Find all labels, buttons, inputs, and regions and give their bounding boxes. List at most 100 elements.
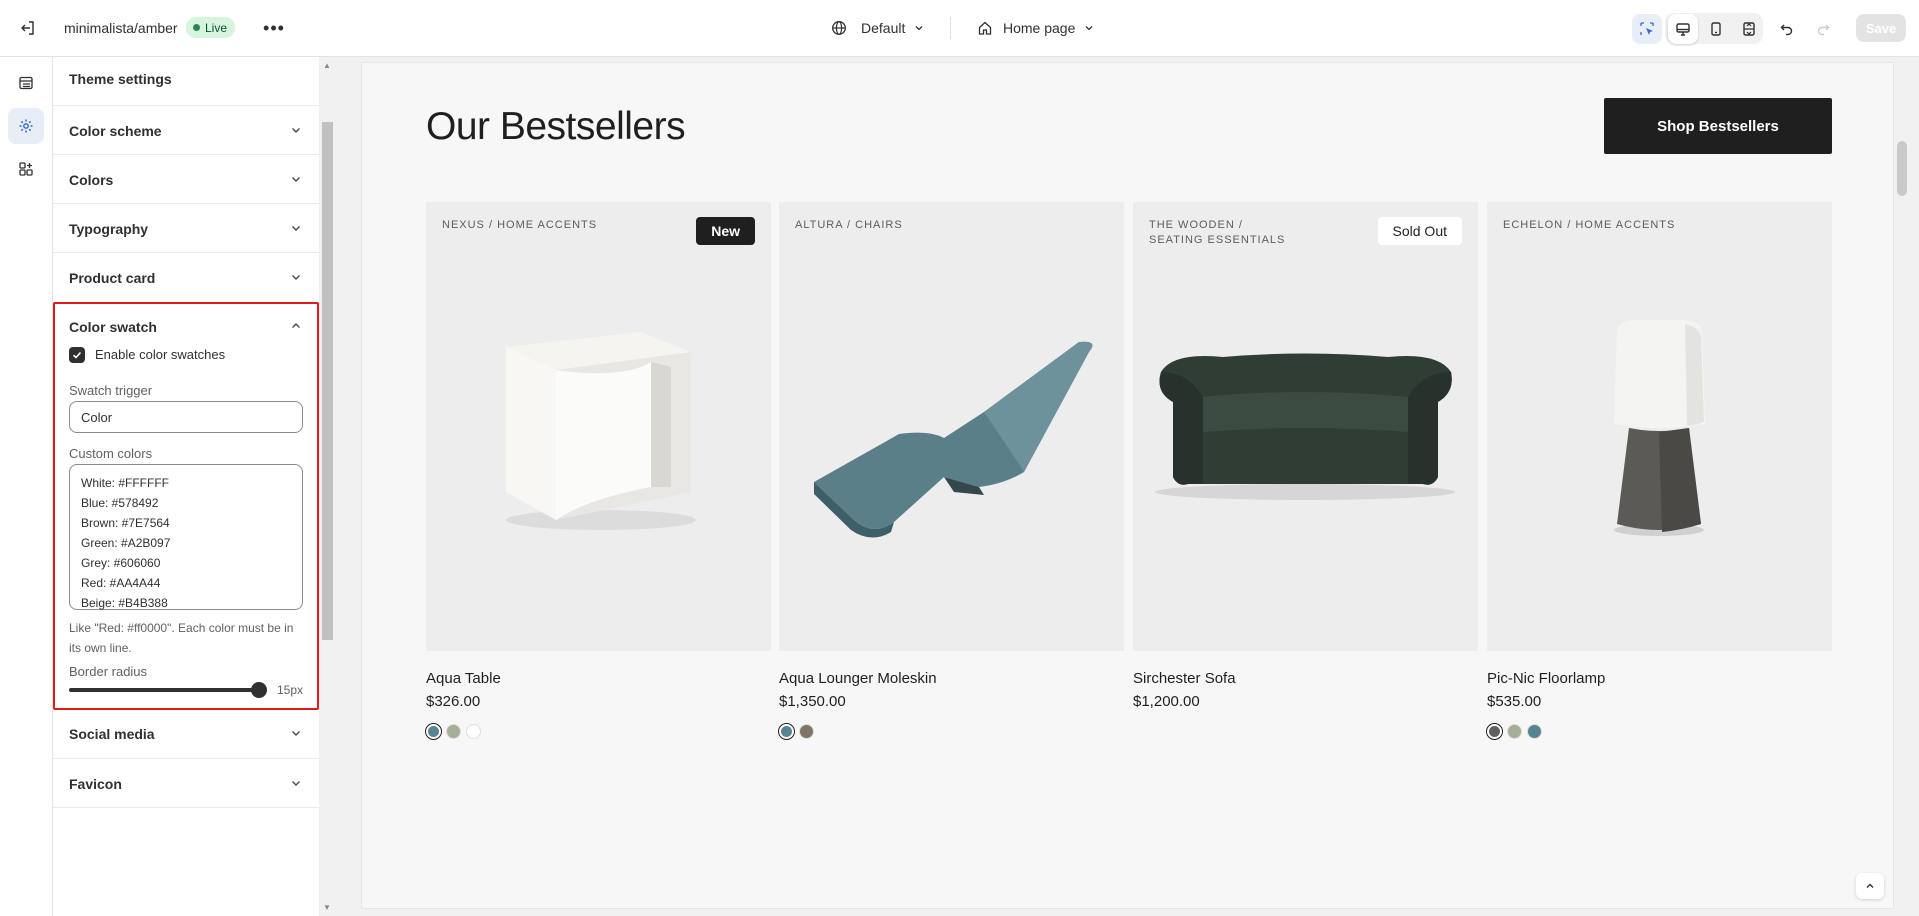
product-media[interactable]: ECHELON / HOME ACCENTS: [1487, 202, 1832, 651]
globe-icon: [832, 21, 846, 35]
theme-settings-button[interactable]: [8, 108, 44, 144]
swatch-brown[interactable]: [799, 724, 814, 739]
checkmark-icon: [72, 351, 82, 359]
chevron-up-icon[interactable]: [289, 319, 303, 333]
custom-colors-help: Like "Red: #ff0000". Each color must be …: [69, 621, 294, 655]
custom-colors-textarea[interactable]: White: #FFFFFF Blue: #578492 Brown: #7E7…: [69, 464, 303, 610]
white-side-table-image: [506, 332, 696, 530]
chevron-down-icon: [915, 26, 923, 31]
border-radius-label: Border radius: [69, 664, 148, 679]
product-title[interactable]: Aqua Lounger Moleskin: [779, 670, 937, 687]
product-media[interactable]: NEXUS / HOME ACCENTS New: [426, 202, 771, 651]
enable-swatches-checkbox[interactable]: [69, 347, 85, 363]
scroll-to-top-button[interactable]: [1856, 873, 1884, 899]
sections-button[interactable]: [8, 65, 44, 101]
scroll-up-arrow-icon[interactable]: ▲: [323, 61, 331, 70]
status-badge: Live: [186, 17, 236, 38]
color-swatches: [1487, 724, 1542, 739]
swatch-green[interactable]: [446, 724, 461, 739]
undo-icon: [1780, 24, 1793, 36]
status-dot-icon: [193, 24, 200, 31]
crumb-line: THE WOODEN /: [1149, 219, 1243, 231]
section-heading: Our Bestsellers: [426, 105, 686, 148]
chevron-down-icon: [292, 731, 300, 736]
status-label: Live: [205, 20, 228, 35]
section-favicon[interactable]: Favicon: [53, 758, 319, 807]
swatch-blue[interactable]: [779, 724, 794, 739]
chevron-down-icon: [292, 781, 300, 786]
save-button[interactable]: Save: [1856, 14, 1906, 42]
product-vendor-crumb: THE WOODEN / SEATING ESSENTIALS: [1149, 218, 1285, 248]
section-label: Product card: [69, 270, 156, 286]
custom-color-line: Grey: #606060: [81, 556, 161, 570]
section-typography[interactable]: Typography: [53, 203, 319, 252]
section-label: Favicon: [69, 776, 122, 792]
product-title[interactable]: Sirchester Sofa: [1133, 670, 1236, 687]
chevron-down-icon: [292, 128, 300, 133]
panel-scrollbar[interactable]: ▲ ▼: [319, 57, 336, 916]
product-title[interactable]: Pic-Nic Floorlamp: [1487, 670, 1605, 687]
exit-icon[interactable]: [16, 16, 40, 40]
border-radius-slider-track[interactable]: [69, 688, 259, 692]
section-label[interactable]: Color swatch: [69, 319, 157, 335]
sections-icon: [19, 76, 33, 90]
theme-selector[interactable]: Default: [831, 14, 925, 42]
product-vendor-crumb: ALTURA / CHAIRS: [795, 219, 903, 231]
floor-lamp-image: [1614, 320, 1705, 536]
enable-swatches-label: Enable color swatches: [95, 347, 226, 362]
color-swatches: [426, 724, 481, 739]
full-width-view-button[interactable]: [1734, 14, 1764, 44]
section-label: Colors: [69, 172, 114, 188]
sold-out-badge: Sold Out: [1377, 217, 1462, 245]
product-title[interactable]: Aqua Table: [426, 670, 501, 687]
panel-scrollbar-thumb[interactable]: [322, 122, 333, 640]
full-width-icon: [1743, 22, 1755, 36]
undo-button[interactable]: [1772, 14, 1802, 44]
mobile-view-button[interactable]: [1701, 14, 1731, 44]
swatch-trigger-input[interactable]: [69, 401, 303, 433]
apps-button[interactable]: [8, 151, 44, 187]
chevron-up-icon: [1866, 883, 1874, 888]
page-selector[interactable]: Home page: [977, 14, 1095, 42]
section-social-media[interactable]: Social media: [53, 709, 319, 758]
chevron-down-icon: [292, 226, 300, 231]
chevron-down-icon: [292, 177, 300, 182]
theme-selector-label: Default: [861, 20, 906, 36]
border-radius-slider-handle[interactable]: [251, 682, 267, 698]
swatch-blue[interactable]: [1527, 724, 1542, 739]
section-colors[interactable]: Colors: [53, 154, 319, 203]
page-selector-label: Home page: [1003, 20, 1076, 36]
product-media[interactable]: ALTURA / CHAIRS: [779, 202, 1124, 651]
product-price: $535.00: [1487, 693, 1542, 710]
product-price: $326.00: [426, 693, 481, 710]
home-icon: [978, 21, 992, 35]
swatch-blue[interactable]: [426, 724, 441, 739]
section-color-scheme[interactable]: Color scheme: [53, 105, 319, 154]
shop-bestsellers-button[interactable]: Shop Bestsellers: [1604, 98, 1832, 154]
inspector-button[interactable]: [1632, 14, 1662, 44]
desktop-view-button[interactable]: [1668, 14, 1698, 44]
product-media[interactable]: THE WOODEN / SEATING ESSENTIALS Sold Out: [1133, 202, 1478, 651]
custom-color-line: Blue: #578492: [81, 496, 159, 510]
crumb-line: SEATING ESSENTIALS: [1149, 234, 1286, 246]
product-vendor-crumb: ECHELON / HOME ACCENTS: [1503, 219, 1676, 231]
swatch-green[interactable]: [1507, 724, 1522, 739]
swatch-trigger-label: Swatch trigger: [69, 383, 153, 398]
blue-lounger-image: [814, 341, 1093, 538]
custom-color-line: Green: #A2B097: [81, 536, 171, 550]
chevron-down-icon: [292, 275, 300, 280]
custom-color-line: White: #FFFFFF: [81, 476, 169, 490]
preview-scrollbar-thumb[interactable]: [1897, 141, 1907, 196]
section-color-swatch: Color swatch Enable color swatches Swatc…: [53, 302, 319, 710]
preview-scrollbar[interactable]: [1895, 63, 1907, 908]
section-product-card[interactable]: Product card: [53, 252, 319, 301]
product-price: $1,200.00: [1133, 693, 1200, 710]
product-price: $1,350.00: [779, 693, 846, 710]
swatch-white[interactable]: [466, 724, 481, 739]
swatch-grey[interactable]: [1487, 724, 1502, 739]
section-label: Color scheme: [69, 123, 162, 139]
redo-button[interactable]: [1808, 14, 1838, 44]
scroll-down-arrow-icon[interactable]: ▼: [323, 903, 331, 912]
custom-color-line: Brown: #7E7564: [81, 516, 170, 530]
more-actions-button[interactable]: •••: [262, 16, 286, 40]
